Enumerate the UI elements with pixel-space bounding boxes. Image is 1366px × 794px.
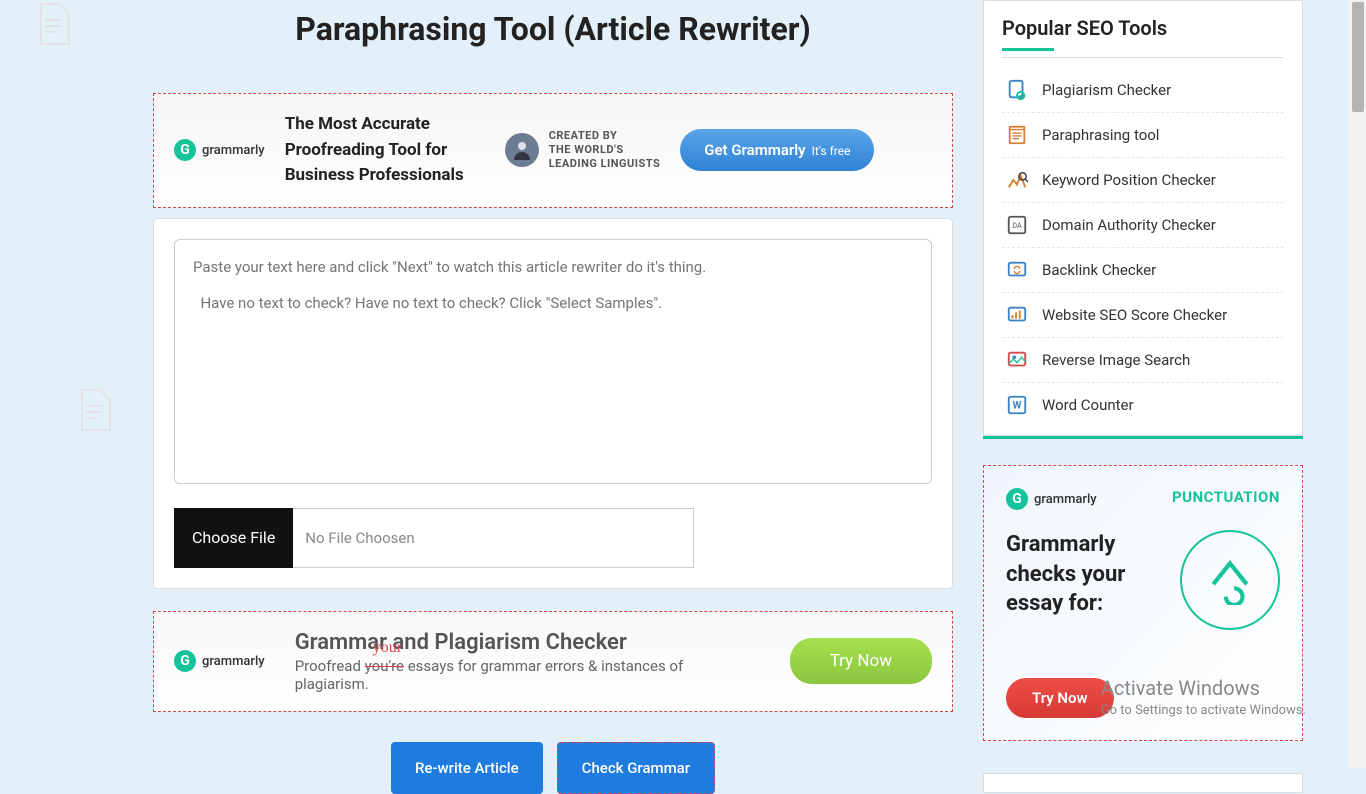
grammarly-badge-icon: G [1006,488,1028,510]
page-title: Paraphrasing Tool (Article Rewriter) [153,10,953,48]
plagiarism-icon [1006,79,1028,101]
sidebar-item-label: Domain Authority Checker [1042,216,1216,234]
sidebar-underline [1002,48,1054,51]
ad2-sub-part: Proofread [295,657,365,675]
get-grammarly-button[interactable]: Get Grammarly It's free [680,129,874,171]
scrollbar-thumb[interactable] [1352,2,1364,112]
sidebar-item-label: Keyword Position Checker [1042,171,1216,189]
ad3-headline: Grammarly checks your essay for: [1006,530,1165,630]
sidebar-item-label: Backlink Checker [1042,261,1156,279]
grammarly-badge-icon: G [174,139,196,161]
watermark-sub: Go to Settings to activate Windows. [1101,703,1306,718]
domain-authority-icon: DA [1006,214,1028,236]
ad3-try-now-button[interactable]: Try Now [1006,678,1114,718]
ad1-button-main: Get Grammarly [704,141,805,159]
punctuation-circle-icon [1180,530,1280,630]
ad1-caption-line: THE WORLD'S [549,143,661,157]
sidebar-item-backlink[interactable]: Backlink Checker [1002,248,1284,293]
file-name-display: No File Choosen [293,508,694,568]
vertical-scrollbar[interactable] [1349,0,1366,768]
ad2-subtitle: your Proofread you're essays for grammar… [295,657,760,693]
sidebar-divider [1002,57,1284,58]
reverse-image-icon [1006,349,1028,371]
popular-tools-sidebar: Popular SEO Tools Plagiarism Checker Par… [983,0,1303,436]
ad-grammarly-middle[interactable]: G grammarly Grammar and Plagiarism Check… [153,611,953,712]
ad1-caption-line: CREATED BY [549,129,661,143]
sidebar-item-seo-score[interactable]: Website SEO Score Checker [1002,293,1284,338]
file-upload-row: Choose File No File Choosen [174,508,694,568]
choose-file-button[interactable]: Choose File [174,508,293,568]
ad2-title: Grammar and Plagiarism Checker [295,630,760,655]
ad2-text-block: Grammar and Plagiarism Checker your Proo… [295,630,760,693]
ad1-button-sub: It's free [812,144,851,158]
ad2-correction-text: your [373,639,402,657]
backlink-icon [1006,259,1028,281]
windows-activation-watermark: Activate Windows Go to Settings to activ… [1101,676,1306,718]
grammarly-logo: G grammarly [174,650,265,672]
try-now-button[interactable]: Try Now [790,638,932,684]
ad1-author-block: CREATED BY THE WORLD'S LEADING LINGUISTS [505,129,661,172]
sidebar-item-label: Paraphrasing tool [1042,126,1159,144]
sidebar-item-domain-authority[interactable]: DA Domain Authority Checker [1002,203,1284,248]
sidebar-title: Popular SEO Tools [1002,16,1284,40]
sidebar-empty-card [983,773,1303,793]
sidebar-accent-line [983,436,1303,439]
paraphrase-icon [1006,124,1028,146]
keyword-icon [1006,169,1028,191]
seo-score-icon [1006,304,1028,326]
linguist-avatar-icon [505,133,539,167]
ad1-caption: CREATED BY THE WORLD'S LEADING LINGUISTS [549,129,661,172]
sidebar-item-label: Plagiarism Checker [1042,81,1171,99]
grammarly-logo: G grammarly [1006,488,1097,510]
bg-doc-icon [70,386,118,438]
sidebar-item-label: Word Counter [1042,396,1134,414]
sidebar-item-keyword[interactable]: Keyword Position Checker [1002,158,1284,203]
grammarly-brand-text: grammarly [202,143,265,158]
grammarly-badge-icon: G [174,650,196,672]
sidebar-item-paraphrase[interactable]: Paraphrasing tool [1002,113,1284,158]
grammarly-logo: G grammarly [174,139,265,161]
grammarly-brand-text: grammarly [202,654,265,669]
sidebar-item-word-counter[interactable]: W Word Counter [1002,383,1284,427]
svg-text:DA: DA [1012,221,1022,230]
ad-grammarly-top[interactable]: G grammarly The Most Accurate Proofreadi… [153,93,953,208]
paraphrase-tool-card: Choose File No File Choosen [153,218,953,589]
ad2-strike-text: you're [365,657,404,675]
word-counter-icon: W [1006,394,1028,416]
grammarly-brand-text: grammarly [1034,492,1097,507]
sidebar-item-label: Reverse Image Search [1042,351,1190,369]
ad1-headline: The Most Accurate Proofreading Tool for … [285,112,485,189]
ad1-caption-line: LEADING LINGUISTS [549,157,661,171]
sidebar-item-plagiarism[interactable]: Plagiarism Checker [1002,68,1284,113]
watermark-title: Activate Windows [1101,676,1306,700]
sidebar-item-reverse-image[interactable]: Reverse Image Search [1002,338,1284,383]
ad3-tag: PUNCTUATION [1172,488,1280,506]
svg-text:W: W [1013,401,1022,412]
bg-doc-icon [29,0,77,52]
sidebar-item-label: Website SEO Score Checker [1042,306,1227,324]
text-input[interactable] [174,239,932,484]
